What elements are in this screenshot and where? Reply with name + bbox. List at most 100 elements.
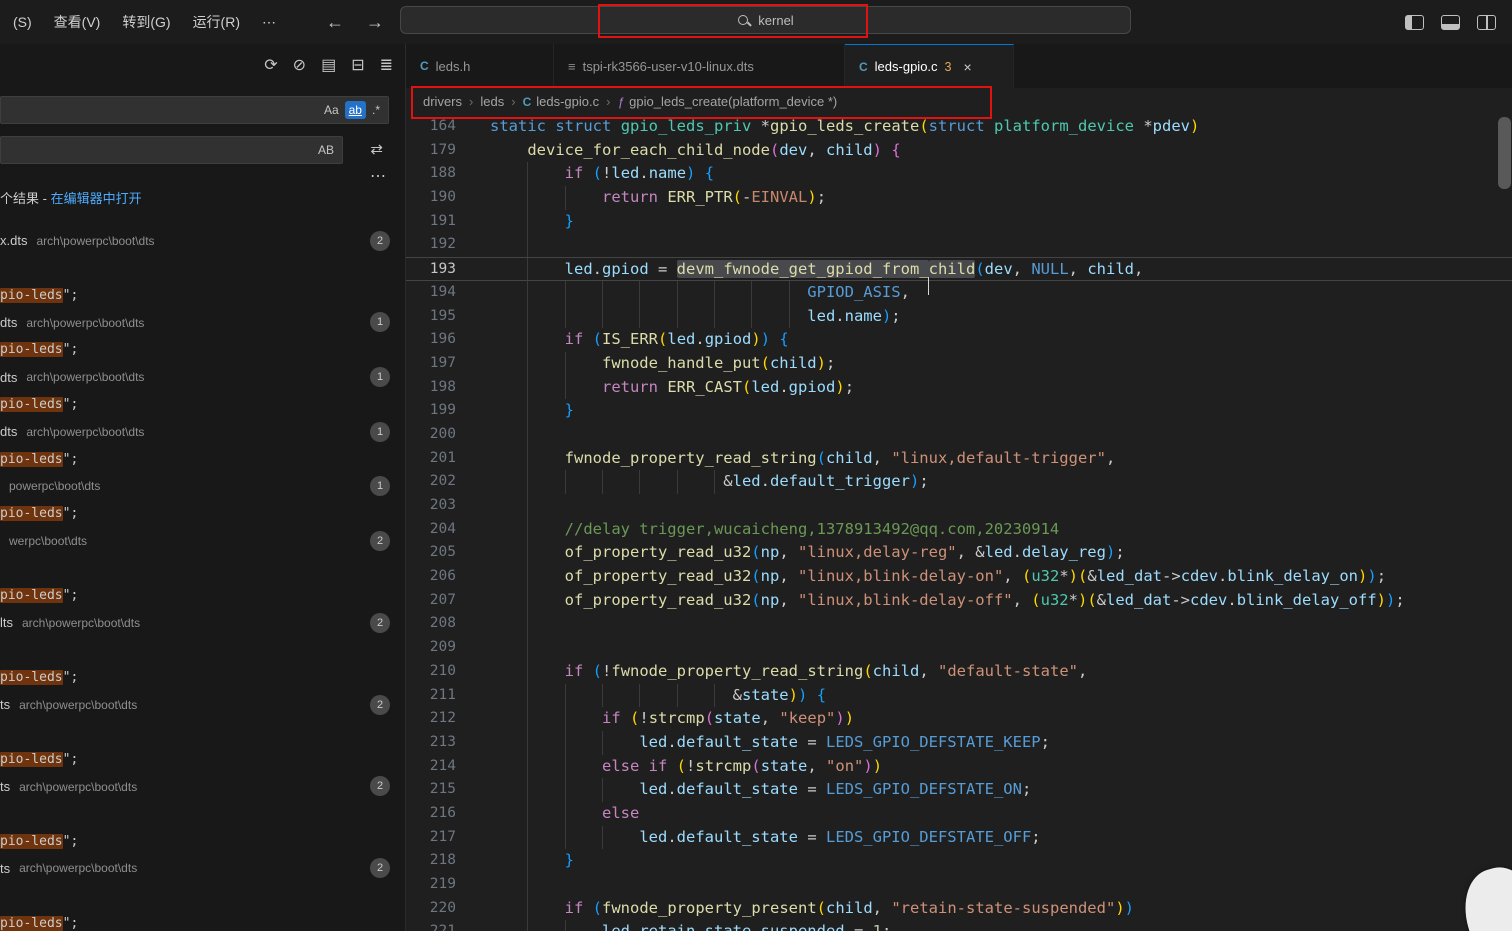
search-result-match-row[interactable] [0, 555, 405, 582]
code-line-213[interactable]: 213 led.default_state = LEDS_GPIO_DEFSTA… [406, 731, 1512, 755]
search-result-file-row[interactable]: tsarch\powerpc\boot\dts2 [0, 855, 405, 882]
search-result-match-row[interactable]: pio-leds"; [0, 909, 405, 931]
search-result-file-row[interactable]: ltsarch\powerpc\boot\dts2 [0, 609, 405, 636]
code-line-203[interactable]: 203 [406, 494, 1512, 518]
search-result-match-row[interactable]: pio-leds"; [0, 582, 405, 609]
search-result-file-row[interactable]: werpc\boot\dts2 [0, 527, 405, 554]
code-line-220[interactable]: 220 if (fwnode_property_present(child, "… [406, 897, 1512, 921]
code-line-192[interactable]: 192 [406, 233, 1512, 257]
code-line-197[interactable]: 197 fwnode_handle_put(child); [406, 352, 1512, 376]
code-line-164[interactable]: 164static struct gpio_leds_priv *gpio_le… [406, 115, 1512, 139]
open-new-search-editor-icon[interactable]: ▤ [321, 58, 336, 74]
code-line-204[interactable]: 204 //delay trigger,wucaicheng,137891349… [406, 518, 1512, 542]
search-result-file-row[interactable]: tsarch\powerpc\boot\dts2 [0, 691, 405, 718]
breadcrumb-item-2[interactable]: Cleds-gpio.c [523, 94, 600, 109]
close-icon[interactable]: × [964, 59, 972, 75]
code-line-198[interactable]: 198 return ERR_CAST(led.gpiod); [406, 376, 1512, 400]
menu-item[interactable]: 查看(V) [43, 7, 112, 37]
code-line-210[interactable]: 210 if (!fwnode_property_read_string(chi… [406, 660, 1512, 684]
menu-item[interactable]: 运行(R) [182, 7, 251, 37]
search-result-match-row[interactable]: pio-leds"; [0, 828, 405, 855]
code-line-216[interactable]: 216 else [406, 802, 1512, 826]
code-editor[interactable]: 164static struct gpio_leds_priv *gpio_le… [406, 115, 1512, 931]
code-line-215[interactable]: 215 led.default_state = LEDS_GPIO_DEFSTA… [406, 778, 1512, 802]
search-result-match-row[interactable] [0, 718, 405, 745]
code-line-188[interactable]: 188 if (!led.name) { [406, 162, 1512, 186]
toggle-sidebar-icon[interactable] [1405, 15, 1424, 30]
code-line-219[interactable]: 219 [406, 873, 1512, 897]
code-line-196[interactable]: 196 if (IS_ERR(led.gpiod)) { [406, 328, 1512, 352]
search-result-file-row[interactable]: dtsarch\powerpc\boot\dts1 [0, 309, 405, 336]
code-line-195[interactable]: 195 led.name); [406, 305, 1512, 329]
use-regex-option[interactable]: .* [368, 101, 384, 119]
whole-word-option[interactable]: ab [345, 101, 366, 119]
search-result-file-row[interactable]: x.dtsarch\powerpc\boot\dts2 [0, 227, 405, 254]
toggle-panel-icon[interactable] [1441, 15, 1460, 30]
code-line-208[interactable]: 208 [406, 612, 1512, 636]
search-input[interactable]: Aaab.* [0, 96, 389, 124]
code-line-201[interactable]: 201 fwnode_property_read_string(child, "… [406, 447, 1512, 471]
code-line-221[interactable]: 221 led.retain_state_suspended = 1; [406, 920, 1512, 931]
tab-leds-gpio.c[interactable]: Cleds-gpio.c3× [845, 44, 1014, 88]
code-line-193[interactable]: 193 led.gpiod = devm_fwnode_get_gpiod_fr… [406, 257, 1512, 281]
forward-icon[interactable]: → [366, 12, 384, 33]
code-line-202[interactable]: 202 &led.default_trigger); [406, 470, 1512, 494]
search-result-match-row[interactable]: pio-leds"; [0, 391, 405, 418]
code-line-212[interactable]: 212 if (!strcmp(state, "keep")) [406, 707, 1512, 731]
tab-tspi-rk3566-user-v10-linux.dts[interactable]: ≡tspi-rk3566-user-v10-linux.dts [554, 44, 845, 88]
indent-guide [602, 684, 603, 708]
code-line-206[interactable]: 206 of_property_read_u32(np, "linux,blin… [406, 565, 1512, 589]
clear-search-results-icon[interactable]: ⊘ [293, 58, 306, 74]
search-result-match-row[interactable] [0, 254, 405, 281]
breadcrumb-item-0[interactable]: drivers [423, 94, 462, 109]
line-number: 202 [406, 470, 456, 494]
search-result-match-row[interactable] [0, 636, 405, 663]
scrollbar-thumb[interactable] [1498, 117, 1511, 189]
indent-guide [527, 494, 528, 518]
replace-all-button[interactable]: ⇄ [370, 140, 383, 158]
search-result-match-row[interactable]: pio-leds"; [0, 500, 405, 527]
code-line-217[interactable]: 217 led.default_state = LEDS_GPIO_DEFSTA… [406, 826, 1512, 850]
match-case-option[interactable]: Aa [320, 101, 343, 119]
search-result-match-row[interactable]: pio-leds"; [0, 445, 405, 472]
code-line-200[interactable]: 200 [406, 423, 1512, 447]
code-line-179[interactable]: 179 device_for_each_child_node(dev, chil… [406, 139, 1512, 163]
code-line-205[interactable]: 205 of_property_read_u32(np, "linux,dela… [406, 541, 1512, 565]
search-result-match-row[interactable] [0, 882, 405, 909]
search-result-match-row[interactable]: pio-leds"; [0, 664, 405, 691]
menu-item[interactable]: ⋯ [251, 9, 287, 36]
code-line-207[interactable]: 207 of_property_read_u32(np, "linux,blin… [406, 589, 1512, 613]
menu-item[interactable]: (S) [2, 9, 43, 35]
code-line-211[interactable]: 211 &state)) { [406, 684, 1512, 708]
breadcrumb-item-1[interactable]: leds [480, 94, 504, 109]
tab-leds.h[interactable]: Cleds.h [406, 44, 554, 88]
breadcrumb-item-3[interactable]: ƒgpio_leds_create(platform_device *) [617, 94, 837, 109]
view-as-tree-icon[interactable]: ≣ [380, 58, 393, 74]
search-result-match-row[interactable]: pio-leds"; [0, 336, 405, 363]
open-in-editor-link[interactable]: 在编辑器中打开 [51, 191, 142, 206]
refresh-icon[interactable]: ⟳ [264, 58, 277, 74]
code-line-190[interactable]: 190 return ERR_PTR(-EINVAL); [406, 186, 1512, 210]
collapse-all-icon[interactable]: ⊟ [351, 58, 364, 74]
code-line-218[interactable]: 218 } [406, 849, 1512, 873]
more-search-options-button[interactable]: ⋯ [370, 166, 387, 186]
command-center-search[interactable]: kernel [400, 6, 1131, 34]
search-result-match-row[interactable] [0, 800, 405, 827]
search-result-match-row[interactable]: pio-leds"; [0, 746, 405, 773]
code-line-199[interactable]: 199 } [406, 399, 1512, 423]
search-result-match-row[interactable]: pio-leds"; [0, 282, 405, 309]
preserve-case-option[interactable]: AB [314, 141, 338, 159]
search-result-file-row[interactable]: dtsarch\powerpc\boot\dts1 [0, 418, 405, 445]
code-line-194[interactable]: 194 GPIOD_ASIS, [406, 281, 1512, 305]
indent-guide [565, 376, 566, 400]
search-result-file-row[interactable]: powerpc\boot\dts1 [0, 473, 405, 500]
code-line-209[interactable]: 209 [406, 636, 1512, 660]
replace-input[interactable]: AB [0, 136, 343, 164]
code-line-214[interactable]: 214 else if (!strcmp(state, "on")) [406, 755, 1512, 779]
back-icon[interactable]: ← [326, 12, 344, 33]
split-editor-icon[interactable] [1477, 15, 1496, 30]
menu-item[interactable]: 转到(G) [111, 7, 181, 37]
code-line-191[interactable]: 191 } [406, 210, 1512, 234]
search-result-file-row[interactable]: tsarch\powerpc\boot\dts2 [0, 773, 405, 800]
search-result-file-row[interactable]: dtsarch\powerpc\boot\dts1 [0, 363, 405, 390]
